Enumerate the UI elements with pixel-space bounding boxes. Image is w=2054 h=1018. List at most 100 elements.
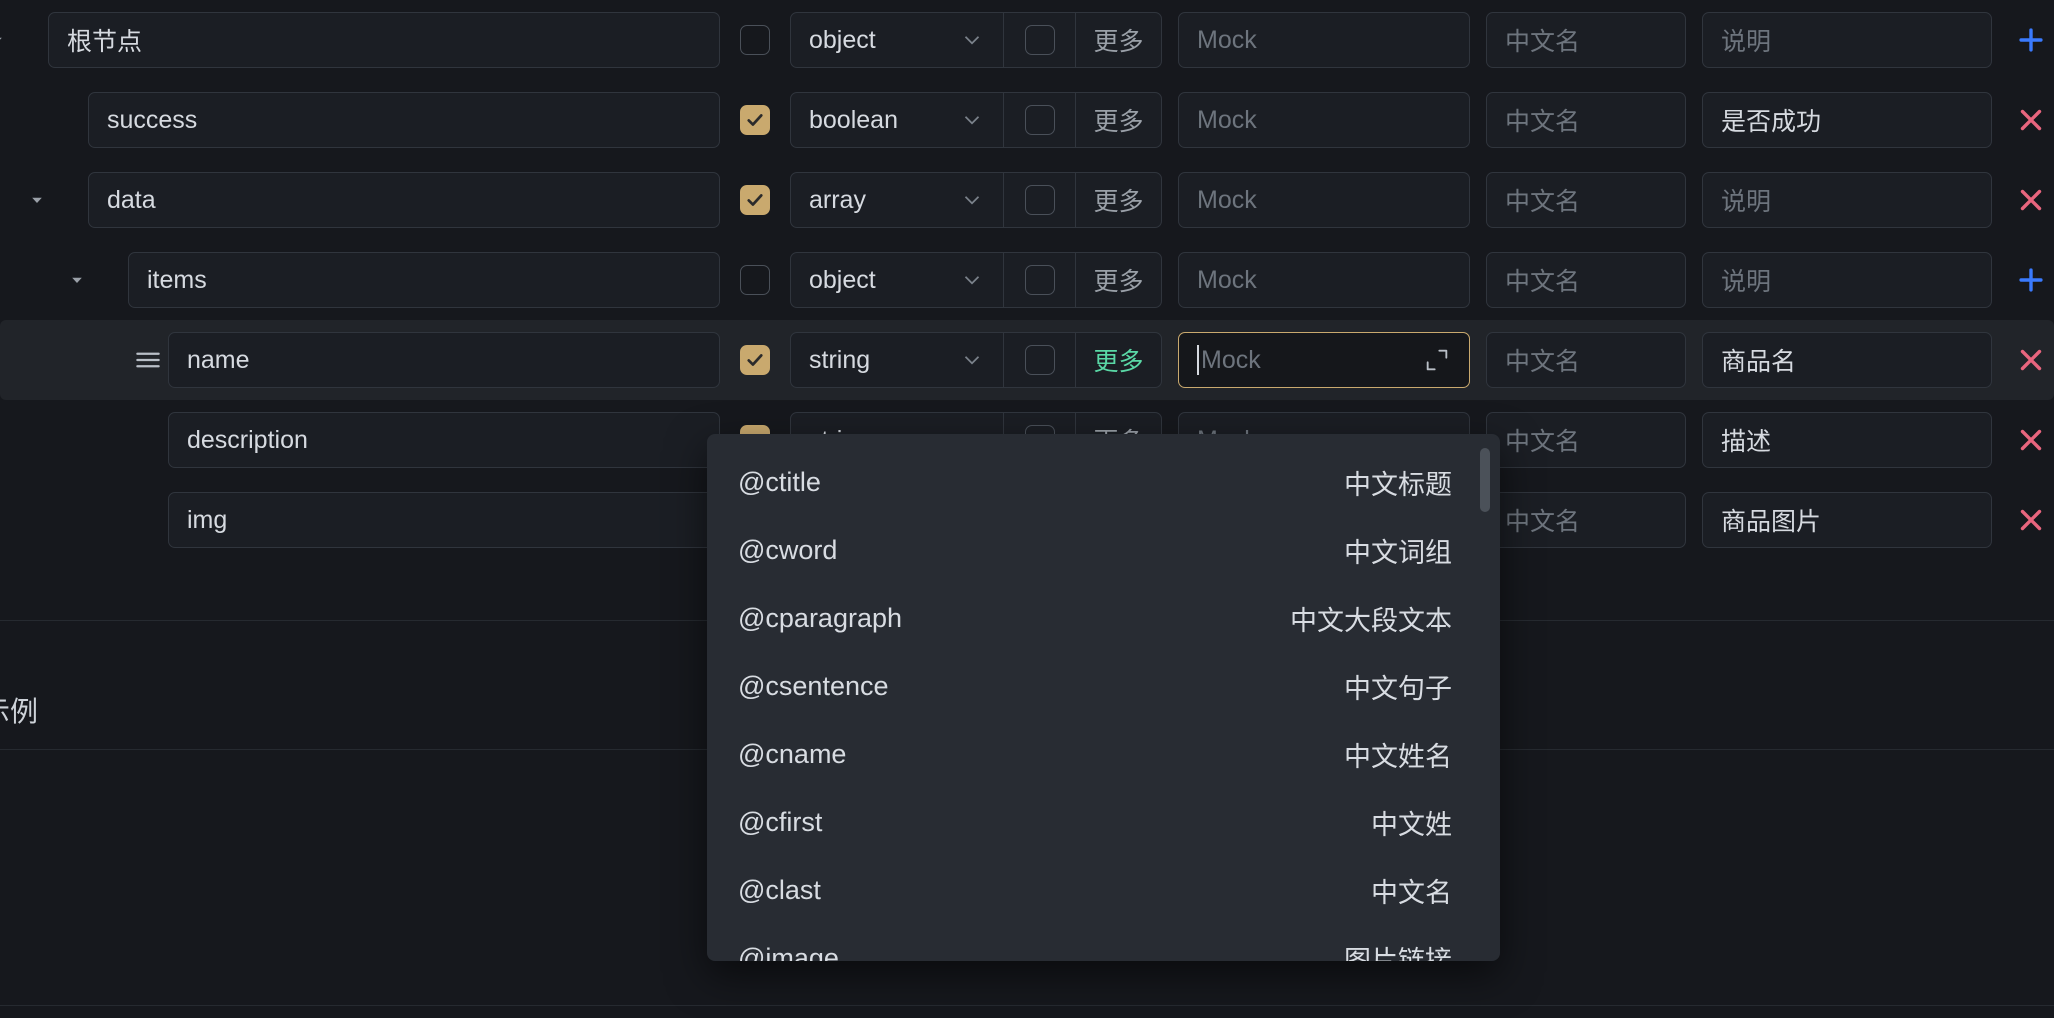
- enabled-checkbox[interactable]: [740, 105, 770, 135]
- chinese-name-placeholder: 中文名: [1505, 108, 1581, 136]
- type-select-value: string: [809, 345, 871, 374]
- mock-suggestion-list[interactable]: @ctitle 中文标题 @cword 中文词组 @cparagraph 中文大段文本 @c…: [707, 434, 1500, 962]
- expand-caret-icon[interactable]: [26, 160, 48, 240]
- mock-suggestion-label: 中文词组: [1344, 537, 1452, 568]
- mock-suggestion-item[interactable]: @cword 中文词组: [707, 516, 1500, 584]
- schema-row[interactable]: name string 更多 Mock 中文名 商品名: [0, 320, 2054, 400]
- description-input[interactable]: 是否成功: [1702, 92, 1992, 148]
- required-checkbox-cell[interactable]: [720, 80, 790, 160]
- mock-suggestion-dropdown[interactable]: @ctitle 中文标题 @cword 中文词组 @cparagraph 中文大段文本 @c…: [707, 434, 1500, 961]
- mock-suggestion-item[interactable]: @image 图片链接: [707, 924, 1500, 962]
- remove-row-button[interactable]: [2014, 400, 2054, 480]
- enabled-checkbox[interactable]: [740, 185, 770, 215]
- chinese-name-input[interactable]: 中文名: [1486, 492, 1686, 548]
- enabled-checkbox[interactable]: [740, 345, 770, 375]
- dropdown-scrollbar-thumb[interactable]: [1480, 448, 1490, 512]
- more-button[interactable]: 更多: [1075, 333, 1161, 387]
- field-name-input[interactable]: data: [88, 172, 720, 228]
- mock-input[interactable]: Mock: [1178, 172, 1470, 228]
- enabled-checkbox[interactable]: [740, 25, 770, 55]
- chevron-down-icon: [959, 107, 985, 133]
- row-gutter: [0, 400, 128, 480]
- description-input[interactable]: 商品图片: [1702, 492, 1992, 548]
- required-checkbox[interactable]: [1024, 25, 1055, 55]
- required-checkbox-cell[interactable]: [720, 240, 790, 320]
- mock-suggestion-item[interactable]: @csentence 中文句子: [707, 652, 1500, 720]
- type-control-group: array 更多: [790, 172, 1162, 228]
- type-select[interactable]: object: [791, 13, 1003, 67]
- add-child-button[interactable]: [2014, 240, 2054, 320]
- required-checkbox[interactable]: [1024, 105, 1055, 135]
- description-input[interactable]: 说明: [1702, 172, 1992, 228]
- remove-row-button[interactable]: [2014, 80, 2054, 160]
- mock-suggestion-item[interactable]: @ctitle 中文标题: [707, 448, 1500, 516]
- required-toggle-cell[interactable]: [1003, 13, 1075, 67]
- field-name-input[interactable]: success: [88, 92, 720, 148]
- expand-caret-icon[interactable]: [66, 240, 88, 320]
- more-button[interactable]: 更多: [1075, 253, 1161, 307]
- mock-suggestion-item[interactable]: @clast 中文名: [707, 856, 1500, 924]
- expand-icon[interactable]: [1423, 346, 1451, 374]
- schema-row[interactable]: data array 更多 Mock 中文名 说明: [0, 160, 2054, 240]
- type-select[interactable]: object: [791, 253, 1003, 307]
- example-label: 示例: [0, 696, 39, 727]
- chinese-name-input[interactable]: 中文名: [1486, 92, 1686, 148]
- field-name-input[interactable]: img: [168, 492, 720, 548]
- schema-row[interactable]: items object 更多 Mock 中文名 说明: [0, 240, 2054, 320]
- drag-handle-icon[interactable]: [128, 320, 168, 400]
- dropdown-scrollbar[interactable]: [1480, 448, 1490, 947]
- add-child-button[interactable]: [2014, 0, 2054, 80]
- description-input[interactable]: 商品名: [1702, 332, 1992, 388]
- remove-row-button[interactable]: [2014, 320, 2054, 400]
- required-checkbox-cell[interactable]: [720, 0, 790, 80]
- more-button[interactable]: 更多: [1075, 13, 1161, 67]
- mock-input-content: Mock: [1197, 26, 1257, 55]
- required-checkbox[interactable]: [1024, 345, 1055, 375]
- more-button[interactable]: 更多: [1075, 173, 1161, 227]
- description-input[interactable]: 说明: [1702, 252, 1992, 308]
- type-control-group: object 更多: [790, 252, 1162, 308]
- expand-caret-icon[interactable]: [0, 0, 8, 80]
- schema-row[interactable]: success boolean 更多 Mock 中文名 是否成功: [0, 80, 2054, 160]
- field-name-input[interactable]: items: [128, 252, 720, 308]
- description-input[interactable]: 说明: [1702, 12, 1992, 68]
- field-name-input[interactable]: name: [168, 332, 720, 388]
- chinese-name-placeholder: 中文名: [1505, 348, 1581, 376]
- required-checkbox[interactable]: [1024, 265, 1055, 295]
- remove-row-button[interactable]: [2014, 160, 2054, 240]
- mock-suggestion-item[interactable]: @cparagraph 中文大段文本: [707, 584, 1500, 652]
- field-name-value: img: [187, 505, 228, 534]
- field-name-input[interactable]: 根节点: [48, 12, 720, 68]
- field-name-input[interactable]: description: [168, 412, 720, 468]
- mock-suggestion-item[interactable]: @cfirst 中文姓: [707, 788, 1500, 856]
- chinese-name-input[interactable]: 中文名: [1486, 332, 1686, 388]
- remove-row-button[interactable]: [2014, 480, 2054, 560]
- required-toggle-cell[interactable]: [1003, 333, 1075, 387]
- required-toggle-cell[interactable]: [1003, 93, 1075, 147]
- required-checkbox-cell[interactable]: [720, 320, 790, 400]
- schema-row[interactable]: 根节点 object 更多 Mock 中文名 说明: [0, 0, 2054, 80]
- mock-input[interactable]: Mock: [1178, 12, 1470, 68]
- chinese-name-placeholder: 中文名: [1505, 188, 1581, 216]
- chinese-name-input[interactable]: 中文名: [1486, 252, 1686, 308]
- chinese-name-input[interactable]: 中文名: [1486, 172, 1686, 228]
- chinese-name-input[interactable]: 中文名: [1486, 412, 1686, 468]
- mock-input[interactable]: Mock: [1178, 332, 1470, 388]
- type-select[interactable]: array: [791, 173, 1003, 227]
- required-checkbox-cell[interactable]: [720, 160, 790, 240]
- chinese-name-input[interactable]: 中文名: [1486, 12, 1686, 68]
- required-toggle-cell[interactable]: [1003, 173, 1075, 227]
- required-toggle-cell[interactable]: [1003, 253, 1075, 307]
- type-control-group: object 更多: [790, 12, 1162, 68]
- description-placeholder: 说明: [1721, 28, 1772, 56]
- type-control-group: boolean 更多: [790, 92, 1162, 148]
- mock-input[interactable]: Mock: [1178, 252, 1470, 308]
- more-button[interactable]: 更多: [1075, 93, 1161, 147]
- required-checkbox[interactable]: [1024, 185, 1055, 215]
- mock-input[interactable]: Mock: [1178, 92, 1470, 148]
- mock-suggestion-item[interactable]: @cname 中文姓名: [707, 720, 1500, 788]
- enabled-checkbox[interactable]: [740, 265, 770, 295]
- type-select[interactable]: string: [791, 333, 1003, 387]
- description-input[interactable]: 描述: [1702, 412, 1992, 468]
- type-select[interactable]: boolean: [791, 93, 1003, 147]
